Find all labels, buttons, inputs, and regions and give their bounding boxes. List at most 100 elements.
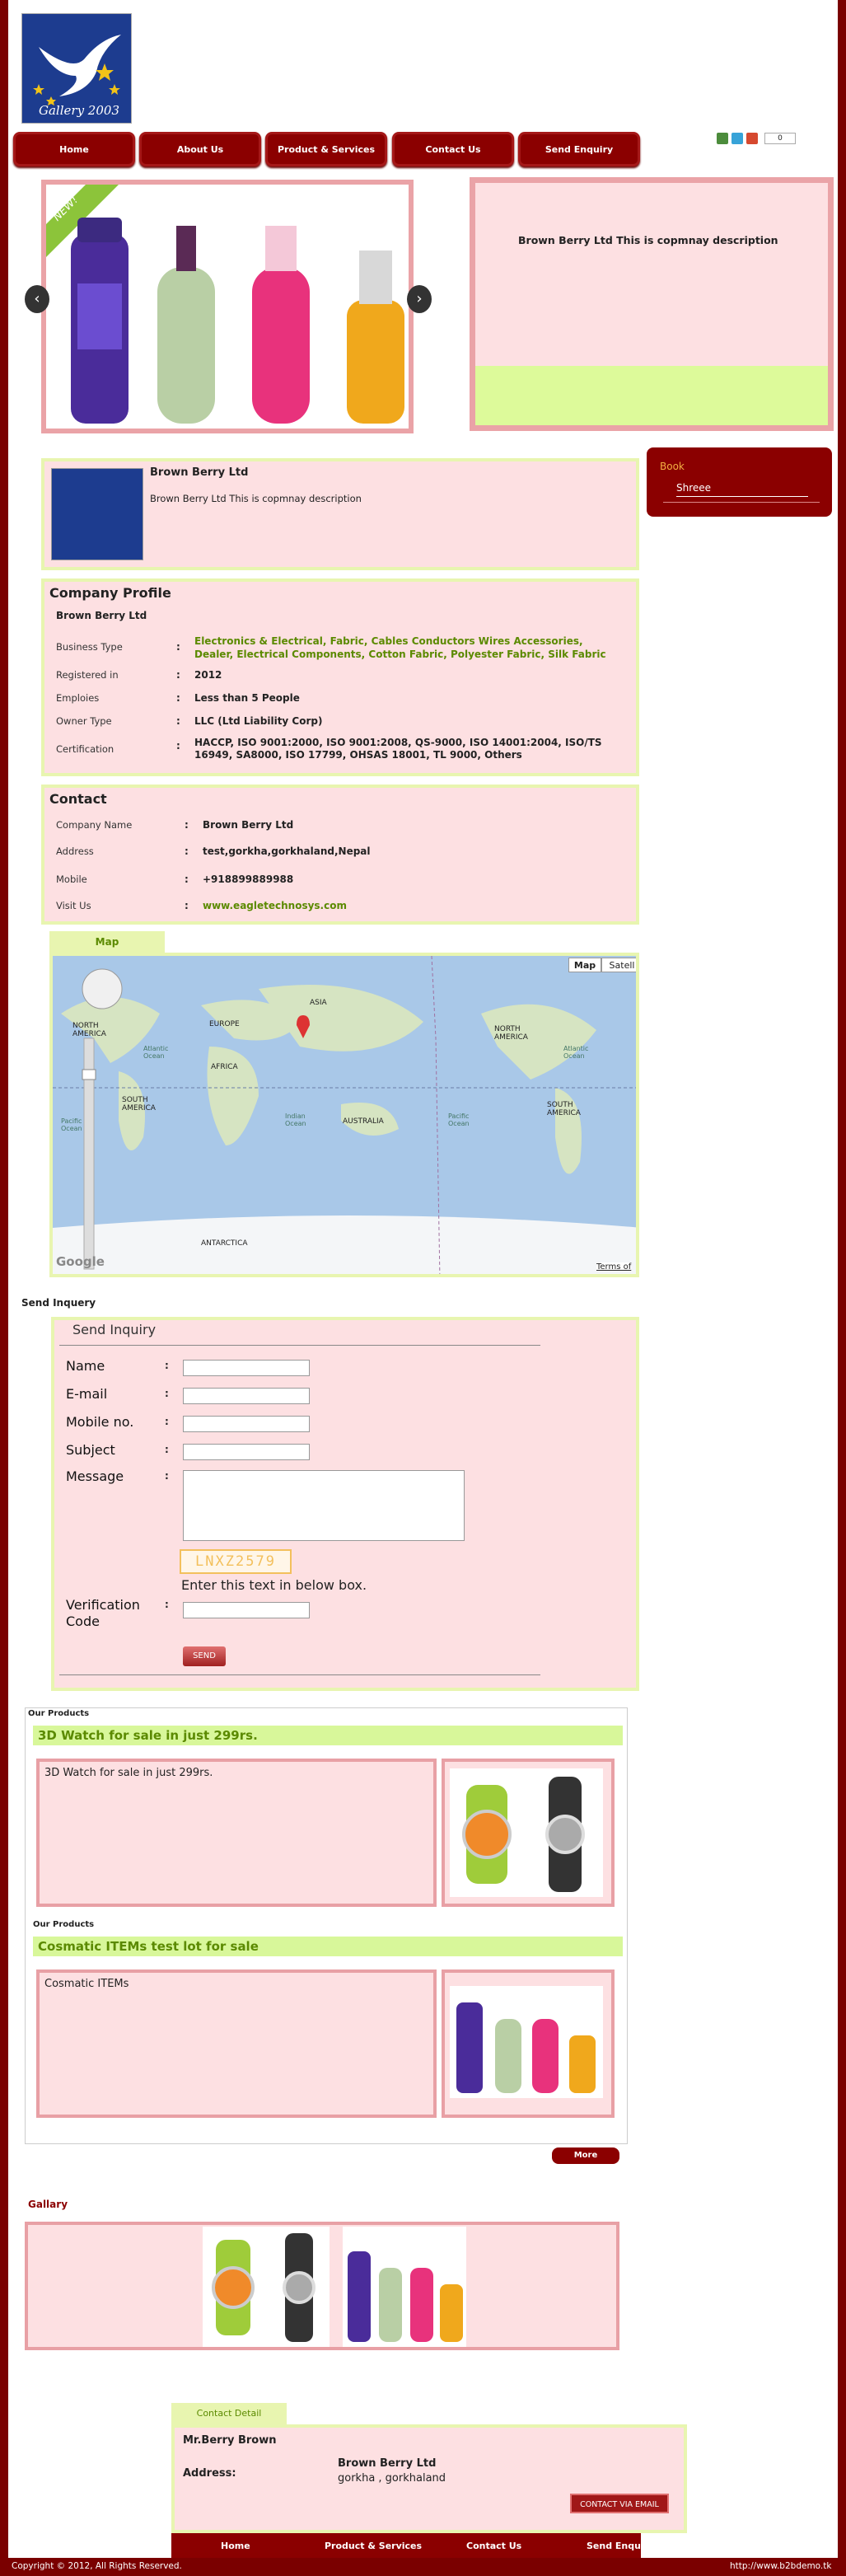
slider-prev-button[interactable]: ‹ [25, 285, 49, 313]
contact-label-visit: Visit Us [56, 900, 91, 911]
slider-next-button[interactable]: › [407, 285, 432, 313]
product-title-link[interactable]: Cosmatic ITEMs test lot for sale [38, 1939, 259, 1954]
map-type-satellite-button[interactable]: Satell [601, 958, 636, 972]
colon: : [165, 1444, 169, 1455]
nav-about-us[interactable]: About Us [139, 132, 261, 166]
product-title-link[interactable]: 3D Watch for sale in just 299rs. [38, 1728, 258, 1743]
nav-send-enquiry[interactable]: Send Enquiry [518, 132, 640, 166]
share-twitter-icon[interactable] [731, 133, 743, 144]
site-url-link[interactable]: http://www.b2bdemo.tk [730, 2561, 831, 2571]
contact-heading: Contact [49, 791, 107, 807]
colon: : [165, 1599, 169, 1610]
map-label: ANTARCTICA [201, 1239, 248, 1248]
name-input[interactable] [183, 1360, 310, 1376]
message-label: Message [66, 1468, 124, 1484]
map-tab[interactable]: Map [49, 931, 165, 953]
contact-website-link[interactable]: www.eagletechnosys.com [203, 900, 347, 911]
business-type-value[interactable]: Electronics & Electrical, Fabric, Cables… [194, 635, 623, 661]
map-label: SOUTH AMERICA [547, 1101, 581, 1117]
profile-label-certification: Certification [56, 743, 115, 755]
colon: : [185, 900, 189, 911]
map-label: AUSTRALIA [343, 1117, 384, 1126]
ocean-label: Pacific Ocean [61, 1117, 82, 1132]
gallery-title: Gallary [28, 2199, 68, 2210]
colon: : [176, 641, 180, 653]
map-frame: NORTH AMERICA EUROPE ASIA AFRICA SOUTH A… [49, 953, 639, 1277]
more-button[interactable]: More [552, 2147, 619, 2164]
inquiry-box-title: Send Inquiry [72, 1322, 157, 1337]
name-label: Name [66, 1358, 105, 1374]
product-image-box[interactable] [442, 1969, 615, 2118]
product-image-box[interactable] [442, 1759, 615, 1907]
ocean-label: Pacific Ocean [448, 1112, 470, 1127]
gallery-cosmetic-image[interactable] [343, 2227, 466, 2347]
profile-company: Brown Berry Ltd [56, 610, 147, 621]
profile-label-business-type: Business Type [56, 641, 123, 653]
mobile-input[interactable] [183, 1416, 310, 1432]
footer-nav-product-services[interactable]: Product & Services [325, 2541, 422, 2551]
colon: : [185, 873, 189, 885]
book-item[interactable]: Shreee [676, 482, 808, 497]
banner-accent-bar [475, 366, 828, 425]
nav-contact-us[interactable]: Contact Us [392, 132, 514, 166]
contact-company-value: Brown Berry Ltd [203, 819, 294, 831]
mobile-label: Mobile no. [66, 1414, 134, 1430]
email-input[interactable] [183, 1388, 310, 1404]
email-label: E-mail [66, 1386, 108, 1402]
product-description: 3D Watch for sale in just 299rs. [44, 1767, 213, 1779]
banner-description-box: Brown Berry Ltd This is copmnay descript… [470, 177, 834, 431]
nav-product-services[interactable]: Product & Services [265, 132, 387, 166]
share-plus-icon[interactable] [746, 133, 758, 144]
company-profile: Company Profile Brown Berry Ltd Business… [41, 578, 639, 776]
inquiry-bottom-divider [59, 1674, 540, 1675]
company-card-name: Brown Berry Ltd [150, 466, 249, 479]
verification-input[interactable] [183, 1602, 310, 1618]
captcha-image: LNXZ2579 [180, 1549, 292, 1574]
profile-label-owner-type: Owner Type [56, 715, 112, 727]
gallery-watch-image[interactable] [203, 2227, 330, 2347]
contact-address-value: test,gorkha,gorkhaland,Nepal [203, 845, 371, 857]
products-section-label: Our Products [28, 1709, 90, 1718]
product-description-box: Cosmatic ITEMs [36, 1969, 437, 2118]
book-widget: Book Shreee [647, 447, 832, 517]
map-label: AFRICA [211, 1063, 238, 1071]
contact-mobile-value: +918899889988 [203, 873, 294, 885]
company-card-logo [51, 468, 143, 560]
product-description-box: 3D Watch for sale in just 299rs. [36, 1759, 437, 1907]
map-terms-link[interactable]: Terms of [596, 1262, 632, 1272]
profile-label-registered: Registered in [56, 669, 119, 681]
footer-nav-contact-us[interactable]: Contact Us [466, 2541, 521, 2551]
watch-product-image [450, 1768, 603, 1897]
subject-label: Subject [66, 1442, 115, 1458]
send-button[interactable]: SEND [183, 1646, 226, 1666]
banner-slider: NEW! [41, 180, 414, 433]
inquiry-form: Send Inquiry Name : E-mail : Mobile no. … [51, 1317, 639, 1691]
share-google-icon[interactable] [717, 133, 728, 144]
map-label: NORTH AMERICA [72, 1022, 106, 1038]
logo-text: Gallery 2003 [39, 103, 119, 118]
logo[interactable]: Gallery 2003 [21, 13, 132, 124]
profile-label-emploies: Emploies [56, 692, 100, 704]
book-title: Book [660, 461, 685, 472]
address-label: Address: [183, 2467, 236, 2480]
registered-value: 2012 [194, 669, 222, 681]
map-type-map-button[interactable]: Map [568, 958, 601, 972]
contact-detail-address: gorkha , gorkhaland [338, 2472, 446, 2485]
footer-nav-send-enquiry[interactable]: Send Enquiry [587, 2541, 654, 2551]
contact-label-address: Address [56, 845, 94, 857]
company-card: Brown Berry Ltd Brown Berry Ltd This is … [41, 458, 639, 570]
colon: : [176, 692, 180, 704]
products-section-label: Our Products [33, 1920, 95, 1929]
contact-person: Mr.Berry Brown [183, 2434, 277, 2447]
subject-input[interactable] [183, 1444, 310, 1460]
contact-detail-tab[interactable]: Contact Detail [171, 2403, 287, 2424]
owner-type-value: LLC (Ltd Liability Corp) [194, 715, 323, 727]
footer-nav-home[interactable]: Home [221, 2541, 250, 2551]
certification-value: HACCP, ISO 9001:2000, ISO 9001:2008, QS-… [194, 737, 602, 761]
contact-via-email-button[interactable]: CONTACT VIA EMAIL [570, 2494, 669, 2513]
message-textarea[interactable] [183, 1470, 465, 1541]
emploies-value: Less than 5 People [194, 692, 300, 704]
ocean-label: Atlantic Ocean [563, 1045, 589, 1060]
nav-home[interactable]: Home [13, 132, 135, 166]
colon: : [176, 669, 180, 681]
